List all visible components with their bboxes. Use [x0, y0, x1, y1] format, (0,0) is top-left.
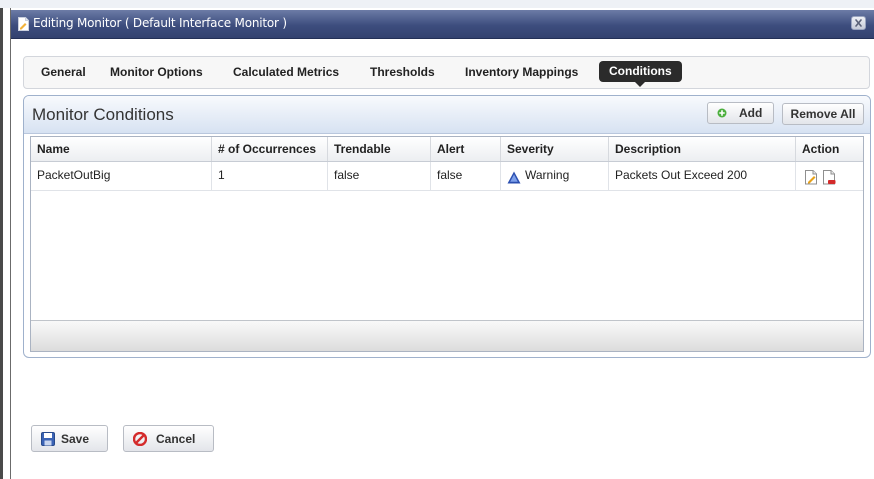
dialog-title: Editing Monitor ( Default Interface Moni… — [33, 16, 287, 30]
delete-icon[interactable] — [822, 169, 836, 185]
column-severity[interactable]: Severity — [501, 137, 609, 161]
cell-trendable: false — [328, 162, 431, 190]
background-strip — [0, 0, 874, 8]
document-icon — [18, 17, 29, 31]
add-label: Add — [739, 106, 763, 120]
save-label: Save — [61, 432, 90, 446]
tab-thresholds[interactable]: Thresholds — [370, 65, 435, 79]
table-row[interactable]: PacketOutBig 1 false false Warning Packe… — [31, 162, 863, 191]
cell-name: PacketOutBig — [31, 162, 212, 190]
column-description[interactable]: Description — [609, 137, 796, 161]
column-action[interactable]: Action — [796, 137, 865, 161]
cell-severity: Warning — [501, 162, 609, 190]
add-button[interactable]: Add — [707, 102, 774, 124]
tab-calculated-metrics[interactable]: Calculated Metrics — [233, 65, 339, 79]
close-icon — [855, 19, 862, 27]
column-alert[interactable]: Alert — [431, 137, 501, 161]
panel-title: Monitor Conditions — [32, 105, 174, 124]
table-footer — [31, 320, 863, 351]
remove-all-button[interactable]: Remove All — [782, 103, 864, 125]
window-left-edge — [0, 8, 3, 479]
dialog-titlebar[interactable]: Editing Monitor ( Default Interface Moni… — [11, 10, 874, 39]
tab-monitor-options[interactable]: Monitor Options — [110, 65, 203, 79]
conditions-table: Name # of Occurrences Trendable Alert Se… — [30, 136, 864, 352]
table-header: Name # of Occurrences Trendable Alert Se… — [31, 137, 863, 162]
severity-label: Warning — [525, 168, 570, 182]
floppy-disk-icon — [41, 432, 55, 446]
tab-inventory-mappings[interactable]: Inventory Mappings — [465, 65, 578, 79]
cancel-label: Cancel — [156, 432, 196, 446]
cell-alert: false — [431, 162, 501, 190]
panel-header: Monitor Conditions Add Remove All — [24, 96, 870, 134]
tab-general[interactable]: General — [41, 65, 86, 79]
tab-conditions[interactable]: Conditions — [599, 61, 682, 87]
monitor-conditions-panel: Monitor Conditions Add Remove All Name #… — [23, 95, 871, 358]
cancel-icon — [133, 432, 147, 446]
close-button[interactable] — [851, 16, 866, 30]
edit-icon[interactable] — [804, 169, 818, 185]
tab-bar: General Monitor Options Calculated Metri… — [23, 56, 870, 89]
column-trendable[interactable]: Trendable — [328, 137, 431, 161]
column-occurrences[interactable]: # of Occurrences — [212, 137, 328, 161]
save-button[interactable]: Save — [31, 425, 108, 452]
plus-icon — [717, 108, 727, 118]
cancel-button[interactable]: Cancel — [123, 425, 214, 452]
cell-occurrences: 1 — [212, 162, 328, 190]
warning-icon — [507, 171, 521, 184]
cell-description: Packets Out Exceed 200 — [609, 162, 796, 190]
cell-action — [796, 162, 865, 190]
editing-monitor-dialog: Editing Monitor ( Default Interface Moni… — [10, 8, 874, 479]
column-name[interactable]: Name — [31, 137, 212, 161]
